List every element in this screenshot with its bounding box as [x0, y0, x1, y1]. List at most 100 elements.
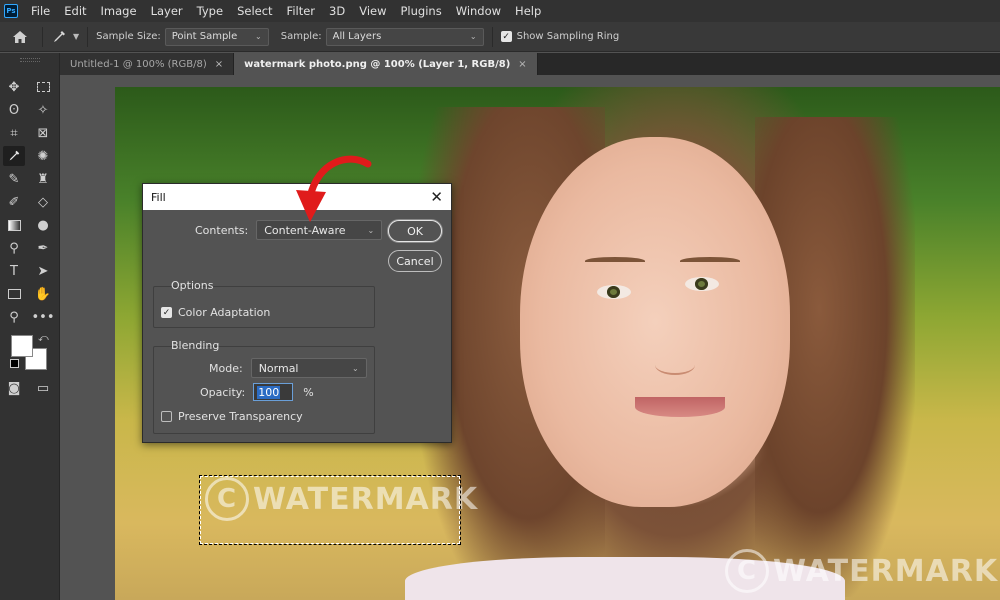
home-icon — [13, 30, 27, 43]
clone-stamp-tool-icon[interactable]: ♜ — [32, 169, 54, 189]
eraser-tool-icon[interactable]: ◇ — [32, 192, 54, 212]
tab-watermark-photo[interactable]: watermark photo.png @ 100% (Layer 1, RGB… — [234, 53, 538, 75]
show-sampling-ring-label: Show Sampling Ring — [516, 31, 620, 42]
watermark-right: C WATERMARK — [725, 549, 998, 593]
tab-label: watermark photo.png @ 100% (Layer 1, RGB… — [244, 58, 511, 70]
marquee-tool-icon[interactable] — [32, 77, 54, 97]
separator — [42, 26, 43, 47]
swap-colors-icon[interactable]: ⤺ — [38, 333, 49, 344]
rectangle-tool-icon[interactable] — [3, 284, 25, 304]
type-tool-icon[interactable]: T — [3, 261, 25, 281]
default-colors-icon[interactable] — [10, 359, 19, 368]
marquee-selection[interactable] — [199, 475, 461, 545]
preserve-transparency-checkbox[interactable] — [161, 411, 172, 422]
history-brush-tool-icon[interactable]: ✐ — [3, 192, 25, 212]
eyedropper-tool-icon[interactable] — [3, 146, 25, 166]
crop-tool-icon[interactable]: ⌗ — [3, 123, 25, 143]
options-bar: ▼ Sample Size: Point Sample ⌄ Sample: Al… — [0, 22, 1000, 52]
spot-healing-tool-icon[interactable]: ✺ — [32, 146, 54, 166]
preserve-transparency-row[interactable]: Preserve Transparency — [161, 410, 303, 423]
separator — [87, 26, 89, 47]
right-eyebrow — [680, 257, 740, 265]
sample-label: Sample: — [280, 31, 322, 42]
tools-panel: ✥ ʘ ✧ ⌗ ⊠ ✺ ✎ ♜ ✐ ◇ ● ⚲ ✒ T ➤ ✋ ⚲ ••• ⤺ … — [0, 53, 60, 600]
watermark-text: WATERMARK — [773, 553, 999, 589]
sample-size-value: Point Sample — [171, 31, 238, 42]
close-icon[interactable]: × — [215, 59, 223, 70]
eyedropper-icon — [54, 30, 65, 42]
path-select-tool-icon[interactable]: ➤ — [32, 261, 54, 281]
eyedropper-preset-button[interactable]: ▼ — [51, 29, 79, 45]
tab-untitled-1[interactable]: Untitled-1 @ 100% (RGB/8) × — [60, 53, 235, 75]
mode-value: Normal — [258, 361, 299, 375]
chevron-down-icon: ⌄ — [255, 32, 262, 41]
right-eye — [685, 277, 719, 291]
sample-size-label: Sample Size: — [96, 31, 161, 42]
menu-edit[interactable]: Edit — [57, 0, 93, 22]
sample-select[interactable]: All Layers ⌄ — [325, 27, 484, 46]
opacity-value: 100 — [257, 385, 281, 399]
menu-view[interactable]: View — [352, 0, 393, 22]
menu-type[interactable]: Type — [190, 0, 230, 22]
zoom-tool-icon[interactable]: ⚲ — [3, 307, 25, 327]
menu-bar: Ps File Edit Image Layer Type Select Fil… — [0, 0, 1000, 22]
menu-help[interactable]: Help — [508, 0, 548, 22]
sample-size-select[interactable]: Point Sample ⌄ — [164, 27, 269, 46]
pen-tool-icon[interactable]: ✒ — [32, 238, 54, 258]
menu-layer[interactable]: Layer — [144, 0, 190, 22]
preserve-transparency-label: Preserve Transparency — [178, 410, 303, 423]
move-tool-icon[interactable]: ✥ — [3, 77, 25, 97]
hand-tool-icon[interactable]: ✋ — [32, 284, 54, 304]
color-adaptation-checkbox[interactable]: ✓ — [161, 307, 172, 318]
separator — [491, 26, 493, 47]
menu-select[interactable]: Select — [230, 0, 279, 22]
close-icon[interactable]: × — [518, 59, 526, 70]
opacity-row: Opacity: 100 % — [200, 383, 314, 401]
mode-select[interactable]: Normal ⌄ — [250, 358, 367, 378]
menu-window[interactable]: Window — [449, 0, 508, 22]
blur-tool-icon[interactable]: ● — [32, 215, 54, 235]
ok-button[interactable]: OK — [388, 220, 442, 242]
menu-file[interactable]: File — [24, 0, 57, 22]
chevron-down-icon: ▼ — [73, 32, 80, 41]
menu-3d[interactable]: 3D — [322, 0, 352, 22]
menu-image[interactable]: Image — [94, 0, 144, 22]
lasso-tool-icon[interactable]: ʘ — [3, 100, 25, 120]
menu-plugins[interactable]: Plugins — [394, 0, 449, 22]
left-eyebrow — [585, 257, 645, 265]
opacity-label: Opacity: — [200, 385, 246, 399]
dodge-tool-icon[interactable]: ⚲ — [3, 238, 25, 258]
left-eye — [597, 285, 631, 299]
mouth — [635, 397, 725, 417]
photoshop-logo-icon: Ps — [4, 4, 18, 18]
opacity-input[interactable]: 100 — [253, 383, 294, 401]
face — [520, 137, 790, 507]
frame-tool-icon[interactable]: ⊠ — [32, 123, 54, 143]
sample-value: All Layers — [332, 31, 382, 42]
tab-label: Untitled-1 @ 100% (RGB/8) — [70, 58, 207, 70]
cancel-button[interactable]: Cancel — [388, 250, 442, 272]
foreground-color-swatch[interactable] — [11, 335, 33, 357]
document-tabs: Untitled-1 @ 100% (RGB/8) × watermark ph… — [60, 53, 1000, 75]
mode-row: Mode: Normal ⌄ — [209, 358, 367, 378]
options-title: Options — [171, 279, 214, 292]
gradient-tool-icon[interactable] — [3, 215, 25, 235]
home-button[interactable] — [6, 22, 34, 52]
dialog-title: Fill — [151, 190, 166, 204]
brush-tool-icon[interactable]: ✎ — [3, 169, 25, 189]
close-icon[interactable]: ✕ — [430, 188, 443, 206]
nose — [655, 355, 695, 375]
menu-filter[interactable]: Filter — [280, 0, 322, 22]
chevron-down-icon: ⌄ — [469, 32, 477, 41]
quick-mask-icon[interactable]: ◙ — [3, 378, 25, 398]
quick-select-tool-icon[interactable]: ✧ — [32, 100, 54, 120]
red-arrow-annotation-icon — [296, 155, 372, 222]
show-sampling-ring-checkbox[interactable]: ✓ — [500, 31, 512, 42]
color-adaptation-row[interactable]: ✓ Color Adaptation — [161, 306, 270, 319]
color-adaptation-label: Color Adaptation — [178, 306, 271, 319]
panel-grip[interactable] — [20, 58, 40, 62]
opacity-unit: % — [303, 385, 314, 399]
blending-title: Blending — [171, 339, 220, 352]
screen-mode-icon[interactable]: ▭ — [32, 378, 54, 398]
more-tools-icon[interactable]: ••• — [32, 307, 55, 327]
